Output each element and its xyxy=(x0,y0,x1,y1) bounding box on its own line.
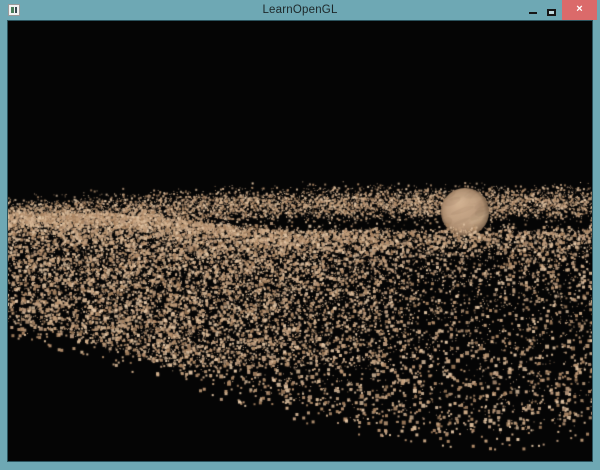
title-bar[interactable]: LearnOpenGL × xyxy=(0,0,600,20)
minimize-button[interactable] xyxy=(524,0,542,20)
app-window: LearnOpenGL × xyxy=(0,0,600,470)
maximize-icon xyxy=(547,9,556,16)
viewport-frame xyxy=(7,20,593,462)
minimize-icon xyxy=(529,12,537,14)
opengl-viewport[interactable] xyxy=(8,21,592,461)
window-title: LearnOpenGL xyxy=(0,0,600,20)
maximize-button[interactable] xyxy=(543,0,561,20)
close-button[interactable]: × xyxy=(562,0,597,20)
